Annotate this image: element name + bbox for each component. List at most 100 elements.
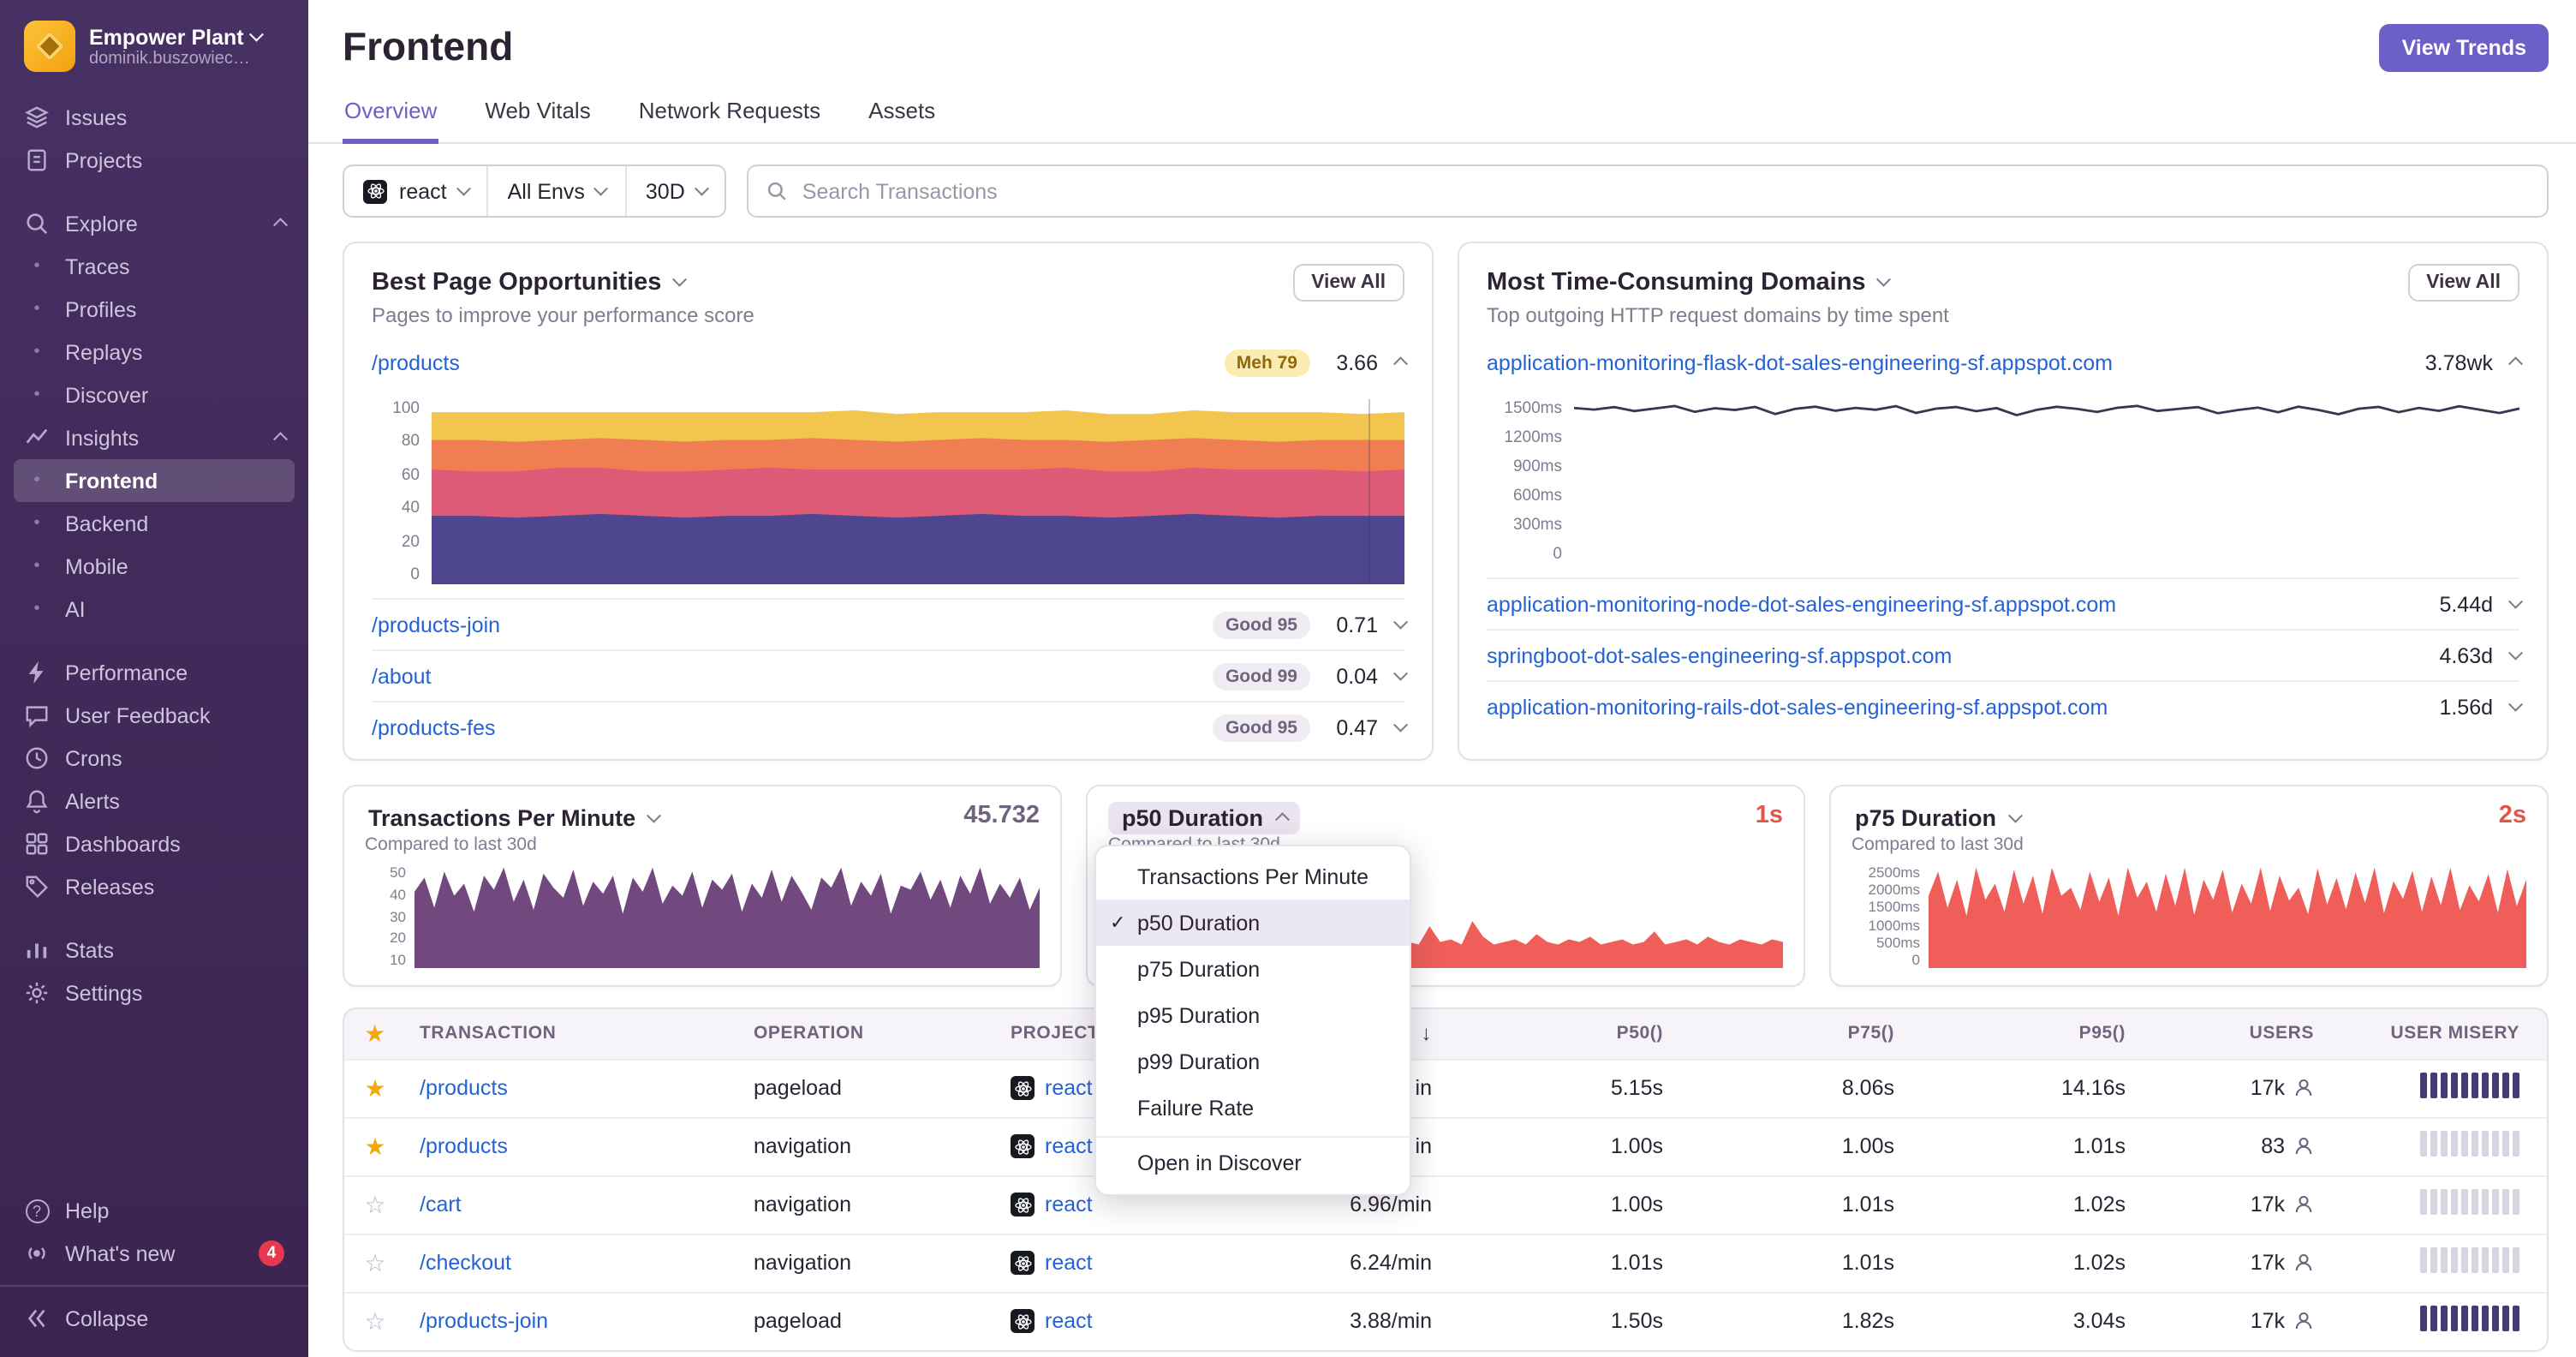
project-link[interactable]: react bbox=[1045, 1251, 1093, 1275]
col-header-operation[interactable]: OPERATION bbox=[740, 1009, 997, 1059]
domain-row-flask[interactable]: application-monitoring-flask-dot-sales-e… bbox=[1487, 338, 2522, 389]
sidebar-item-frontend[interactable]: • Frontend bbox=[14, 459, 295, 502]
chevron-up-icon[interactable] bbox=[2507, 358, 2522, 372]
menu-item-failure-rate[interactable]: Failure Rate bbox=[1096, 1085, 1410, 1131]
sidebar-section-insights[interactable]: Insights bbox=[14, 416, 295, 459]
star-toggle-icon[interactable]: ★ bbox=[364, 1073, 385, 1101]
tab-assets[interactable]: Assets bbox=[867, 86, 937, 144]
page-link[interactable]: /products bbox=[372, 351, 460, 375]
col-header-users[interactable]: USERS bbox=[2153, 1009, 2341, 1059]
page-row-products-fes[interactable]: /products-fes Good 95 0.47 bbox=[372, 701, 1407, 752]
domain-link[interactable]: springboot-dot-sales-engineering-sf.apps… bbox=[1487, 643, 1952, 667]
sidebar-item-alerts[interactable]: Alerts bbox=[14, 780, 295, 822]
page-link[interactable]: /about bbox=[372, 664, 432, 688]
chevron-up-icon[interactable] bbox=[1392, 358, 1407, 372]
domain-link[interactable]: application-monitoring-rails-dot-sales-e… bbox=[1487, 695, 2108, 719]
menu-item-p99[interactable]: p99 Duration bbox=[1096, 1038, 1410, 1085]
header-star-icon[interactable]: ★ bbox=[364, 1019, 386, 1047]
sidebar-section-explore[interactable]: Explore bbox=[14, 202, 295, 245]
star-toggle-icon[interactable]: ☆ bbox=[364, 1190, 385, 1217]
tab-web-vitals[interactable]: Web Vitals bbox=[483, 86, 592, 144]
search-input[interactable] bbox=[802, 179, 2530, 203]
col-header-user-misery[interactable]: USER MISERY bbox=[2341, 1009, 2547, 1059]
project-selector[interactable]: react bbox=[344, 166, 487, 216]
col-header-p75[interactable]: P75() bbox=[1690, 1009, 1922, 1059]
domain-link[interactable]: application-monitoring-flask-dot-sales-e… bbox=[1487, 351, 2113, 375]
project-link[interactable]: react bbox=[1045, 1076, 1093, 1100]
star-toggle-icon[interactable]: ☆ bbox=[364, 1248, 385, 1276]
domains-view-all-button[interactable]: View All bbox=[2407, 264, 2519, 302]
col-header-p95[interactable]: P95() bbox=[1922, 1009, 2153, 1059]
menu-item-tpm[interactable]: Transactions Per Minute bbox=[1096, 853, 1410, 900]
org-switcher[interactable]: Empower Plant dominik.buszowiec… bbox=[0, 0, 308, 89]
chevron-down-icon[interactable] bbox=[2507, 645, 2522, 659]
p50-metric-selector[interactable]: p50 Duration bbox=[1108, 802, 1301, 834]
line-chart[interactable] bbox=[1574, 399, 2519, 564]
page-link[interactable]: /products-fes bbox=[372, 715, 496, 739]
chevron-down-icon[interactable] bbox=[1392, 614, 1407, 628]
chevron-down-icon[interactable] bbox=[2507, 696, 2522, 710]
sidebar-item-replays[interactable]: • Replays bbox=[14, 331, 295, 374]
chevron-down-icon[interactable] bbox=[1392, 717, 1407, 731]
sidebar-item-stats[interactable]: Stats bbox=[14, 929, 295, 971]
col-header-transaction[interactable]: TRANSACTION bbox=[406, 1009, 740, 1059]
sidebar-item-discover[interactable]: • Discover bbox=[14, 374, 295, 416]
domain-link[interactable]: application-monitoring-node-dot-sales-en… bbox=[1487, 592, 2116, 616]
transaction-link[interactable]: /checkout bbox=[420, 1251, 511, 1275]
menu-item-p50[interactable]: ✓ p50 Duration bbox=[1096, 900, 1410, 946]
project-link[interactable]: react bbox=[1045, 1193, 1093, 1217]
page-row-products[interactable]: /products Meh 79 3.66 bbox=[372, 338, 1407, 389]
tpm-metric-selector[interactable]: Transactions Per Minute bbox=[365, 802, 662, 834]
sidebar-item-performance[interactable]: Performance bbox=[14, 651, 295, 694]
sidebar-item-crons[interactable]: Crons bbox=[14, 737, 295, 780]
view-trends-button[interactable]: View Trends bbox=[2379, 24, 2549, 72]
sidebar-item-backend[interactable]: • Backend bbox=[14, 502, 295, 545]
sidebar-item-help[interactable]: ? Help bbox=[14, 1189, 295, 1232]
sort-desc-icon[interactable]: ↓ bbox=[1421, 1022, 1432, 1046]
menu-item-open-in-discover[interactable]: Open in Discover bbox=[1096, 1136, 1410, 1187]
date-range-selector[interactable]: 30D bbox=[624, 166, 725, 216]
page-row-about[interactable]: /about Good 99 0.04 bbox=[372, 649, 1407, 701]
sidebar-item-ai[interactable]: • AI bbox=[14, 588, 295, 631]
menu-item-p75[interactable]: p75 Duration bbox=[1096, 946, 1410, 992]
transaction-link[interactable]: /products bbox=[420, 1134, 508, 1158]
project-link[interactable]: react bbox=[1045, 1309, 1093, 1333]
sidebar-item-profiles[interactable]: • Profiles bbox=[14, 288, 295, 331]
sidebar-item-traces[interactable]: • Traces bbox=[14, 245, 295, 288]
domains-title[interactable]: Most Time-Consuming Domains bbox=[1487, 269, 1891, 296]
chevron-down-icon[interactable] bbox=[1392, 666, 1407, 679]
table-row[interactable]: ★ /products pageload react in 5.15s 8.06… bbox=[344, 1058, 2547, 1117]
transaction-link[interactable]: /products bbox=[420, 1076, 508, 1100]
star-toggle-icon[interactable]: ★ bbox=[364, 1132, 385, 1159]
page-link[interactable]: /products-join bbox=[372, 613, 500, 637]
stacked-area-chart[interactable] bbox=[432, 399, 1404, 584]
best-pages-title[interactable]: Best Page Opportunities bbox=[372, 269, 687, 296]
environment-selector[interactable]: All Envs bbox=[486, 166, 625, 216]
sidebar-item-issues[interactable]: Issues bbox=[14, 96, 295, 139]
sidebar-item-mobile[interactable]: • Mobile bbox=[14, 545, 295, 588]
table-row[interactable]: ☆ /cart navigation react 6.96/min 1.00s … bbox=[344, 1175, 2547, 1234]
p75-area-chart[interactable] bbox=[1929, 864, 2526, 968]
transaction-link[interactable]: /cart bbox=[420, 1193, 462, 1217]
tpm-area-chart[interactable] bbox=[414, 864, 1040, 968]
domain-row-springboot[interactable]: springboot-dot-sales-engineering-sf.apps… bbox=[1487, 629, 2522, 680]
sidebar-item-whats-new[interactable]: What's new 4 bbox=[14, 1232, 295, 1275]
sidebar-item-releases[interactable]: Releases bbox=[14, 865, 295, 908]
sidebar-collapse-button[interactable]: Collapse bbox=[14, 1297, 295, 1340]
page-row-products-join[interactable]: /products-join Good 95 0.71 bbox=[372, 598, 1407, 649]
best-pages-view-all-button[interactable]: View All bbox=[1292, 264, 1404, 302]
sidebar-item-dashboards[interactable]: Dashboards bbox=[14, 822, 295, 865]
tab-network-requests[interactable]: Network Requests bbox=[637, 86, 822, 144]
table-row[interactable]: ★ /products navigation react in 1.00s 1.… bbox=[344, 1116, 2547, 1175]
domain-row-node[interactable]: application-monitoring-node-dot-sales-en… bbox=[1487, 577, 2522, 629]
tab-overview[interactable]: Overview bbox=[343, 86, 439, 144]
project-link[interactable]: react bbox=[1045, 1134, 1093, 1158]
sidebar-item-projects[interactable]: Projects bbox=[14, 139, 295, 182]
col-header-p50[interactable]: P50() bbox=[1459, 1009, 1690, 1059]
sidebar-item-user-feedback[interactable]: User Feedback bbox=[14, 694, 295, 737]
p75-metric-selector[interactable]: p75 Duration bbox=[1852, 802, 2023, 834]
table-row[interactable]: ☆ /products-join pageload react 3.88/min… bbox=[344, 1291, 2547, 1349]
transaction-link[interactable]: /products-join bbox=[420, 1309, 548, 1333]
table-row[interactable]: ☆ /checkout navigation react 6.24/min 1.… bbox=[344, 1233, 2547, 1292]
sidebar-item-settings[interactable]: Settings bbox=[14, 971, 295, 1014]
